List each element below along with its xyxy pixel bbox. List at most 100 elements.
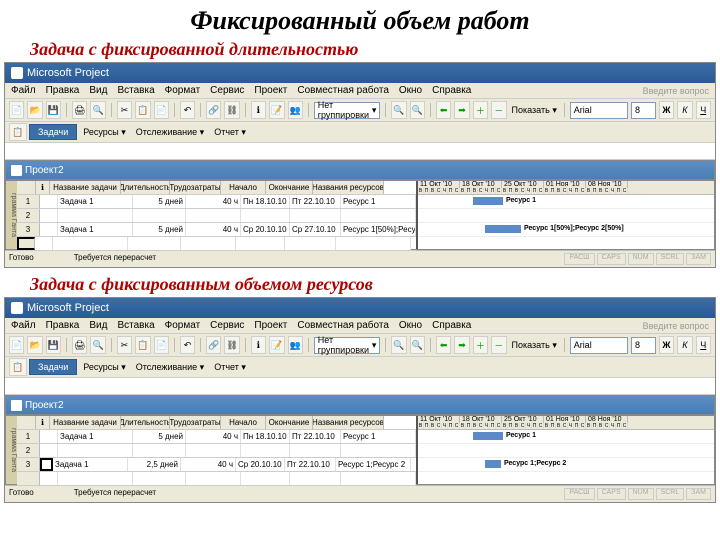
outdent-icon[interactable]: ⬅ <box>436 101 451 119</box>
table-row[interactable]: 2 <box>17 209 416 223</box>
open-icon[interactable]: 📂 <box>27 101 42 119</box>
table-row[interactable]: 1 Задача 1 5 дней 40 ч Пн 18.10.10 Пт 22… <box>17 430 416 444</box>
bold-button[interactable]: Ж <box>659 101 674 119</box>
menu-view[interactable]: Вид <box>89 320 107 331</box>
font-combo[interactable]: Arial <box>570 337 628 354</box>
gantt-bar[interactable]: Ресурс 1 <box>473 197 503 205</box>
zoom-out-icon[interactable]: 🔍 <box>410 101 425 119</box>
show-sub-icon[interactable]: ＋ <box>473 101 488 119</box>
menu-collab[interactable]: Совместная работа <box>297 320 389 331</box>
selected-cell[interactable] <box>40 458 53 471</box>
tab-tasks[interactable]: Задачи <box>29 124 77 140</box>
show-label[interactable]: Показать ▾ <box>510 340 559 351</box>
assign-icon[interactable]: 👥 <box>288 336 303 354</box>
menu-format[interactable]: Формат <box>165 320 201 331</box>
print-icon[interactable]: 🖨 <box>72 101 87 119</box>
menu-edit[interactable]: Правка <box>46 85 80 96</box>
group-combo[interactable]: Нет группировки ▾ <box>314 337 381 354</box>
zoom-in-icon[interactable]: 🔍 <box>391 336 406 354</box>
menu-edit[interactable]: Правка <box>46 320 80 331</box>
tab-tracking[interactable]: Отслеживание ▾ <box>132 125 208 140</box>
show-sub-icon[interactable]: ＋ <box>473 336 488 354</box>
menu-file[interactable]: Файл <box>11 320 36 331</box>
menu-insert[interactable]: Вставка <box>117 320 154 331</box>
gantt-chart[interactable]: 11 Окт '10 18 Окт '10 25 Окт '10 01 Ноя … <box>418 416 714 484</box>
outdent-icon[interactable]: ⬅ <box>436 336 451 354</box>
col-work[interactable]: Трудозатраты <box>170 181 221 194</box>
note-icon[interactable]: 📝 <box>269 336 284 354</box>
table-row[interactable] <box>17 472 416 486</box>
size-combo[interactable]: 8 <box>631 102 656 119</box>
tab-resources[interactable]: Ресурсы ▾ <box>79 360 130 375</box>
col-name[interactable]: Название задачи <box>50 416 121 429</box>
unlink-icon[interactable]: ⛓ <box>224 336 239 354</box>
info-icon[interactable]: ℹ <box>251 101 266 119</box>
col-start[interactable]: Начало <box>221 181 266 194</box>
col-duration[interactable]: Длительность <box>121 416 170 429</box>
menu-help[interactable]: Справка <box>432 320 471 331</box>
hide-sub-icon[interactable]: － <box>491 336 506 354</box>
cut-icon[interactable]: ✂ <box>117 336 132 354</box>
menu-window[interactable]: Окно <box>399 320 422 331</box>
copy-icon[interactable]: 📋 <box>135 101 150 119</box>
table-row[interactable]: 1 Задача 1 5 дней 40 ч Пн 18.10.10 Пт 22… <box>17 195 416 209</box>
zoom-in-icon[interactable]: 🔍 <box>391 101 406 119</box>
menu-collab[interactable]: Совместная работа <box>297 85 389 96</box>
gantt-bar[interactable]: Ресурс 1[50%];Ресурс 2[50%] <box>485 225 521 233</box>
assign-icon[interactable]: 👥 <box>288 101 303 119</box>
menu-file[interactable]: Файл <box>11 85 36 96</box>
gantt-bar[interactable]: Ресурс 1;Ресурс 2 <box>485 460 501 468</box>
col-name[interactable]: Название задачи <box>50 181 121 194</box>
tab-report[interactable]: Отчет ▾ <box>210 360 250 375</box>
font-combo[interactable]: Arial <box>570 102 628 119</box>
zoom-out-icon[interactable]: 🔍 <box>410 336 425 354</box>
tab-icon[interactable]: 📋 <box>9 123 27 141</box>
open-icon[interactable]: 📂 <box>27 336 42 354</box>
menu-tools[interactable]: Сервис <box>210 320 244 331</box>
menu-help[interactable]: Справка <box>432 85 471 96</box>
col-rownum[interactable] <box>17 416 36 429</box>
underline-button[interactable]: Ч <box>696 336 711 354</box>
col-start[interactable]: Начало <box>221 416 266 429</box>
menu-insert[interactable]: Вставка <box>117 85 154 96</box>
link-icon[interactable]: 🔗 <box>206 101 221 119</box>
new-icon[interactable]: 📄 <box>9 336 24 354</box>
save-icon[interactable]: 💾 <box>46 101 61 119</box>
col-work[interactable]: Трудозатраты <box>170 416 221 429</box>
question-box[interactable]: Введите вопрос <box>643 320 709 331</box>
menu-format[interactable]: Формат <box>165 85 201 96</box>
new-icon[interactable]: 📄 <box>9 101 24 119</box>
menu-tools[interactable]: Сервис <box>210 85 244 96</box>
save-icon[interactable]: 💾 <box>46 336 61 354</box>
tab-tracking[interactable]: Отслеживание ▾ <box>132 360 208 375</box>
col-finish[interactable]: Окончание <box>266 416 313 429</box>
table-row[interactable]: 3 Задача 1 2,5 дней 40 ч Ср 20.10.10 Пт … <box>17 458 416 472</box>
copy-icon[interactable]: 📋 <box>135 336 150 354</box>
tab-tasks[interactable]: Задачи <box>29 359 77 375</box>
info-icon[interactable]: ℹ <box>251 336 266 354</box>
size-combo[interactable]: 8 <box>631 337 656 354</box>
hide-sub-icon[interactable]: － <box>491 101 506 119</box>
table-row[interactable]: 2 <box>17 444 416 458</box>
unlink-icon[interactable]: ⛓ <box>224 101 239 119</box>
menu-project[interactable]: Проект <box>254 320 287 331</box>
gantt-bar[interactable]: Ресурс 1 <box>473 432 503 440</box>
group-combo[interactable]: Нет группировки ▾ <box>314 102 381 119</box>
selected-cell[interactable] <box>17 237 35 250</box>
underline-button[interactable]: Ч <box>696 101 711 119</box>
table-row[interactable]: 3 Задача 1 5 дней 40 ч Ср 20.10.10 Ср 27… <box>17 223 416 237</box>
paste-icon[interactable]: 📄 <box>154 336 169 354</box>
col-resources[interactable]: Названия ресурсов <box>313 181 384 194</box>
cut-icon[interactable]: ✂ <box>117 101 132 119</box>
col-resources[interactable]: Названия ресурсов <box>313 416 384 429</box>
col-finish[interactable]: Окончание <box>266 181 313 194</box>
tab-report[interactable]: Отчет ▾ <box>210 125 250 140</box>
undo-icon[interactable]: ↶ <box>180 101 195 119</box>
col-info[interactable]: ℹ <box>36 416 50 429</box>
indent-icon[interactable]: ➡ <box>454 101 469 119</box>
tab-resources[interactable]: Ресурсы ▾ <box>79 125 130 140</box>
col-info[interactable]: ℹ <box>36 181 50 194</box>
menu-view[interactable]: Вид <box>89 85 107 96</box>
menu-window[interactable]: Окно <box>399 85 422 96</box>
undo-icon[interactable]: ↶ <box>180 336 195 354</box>
